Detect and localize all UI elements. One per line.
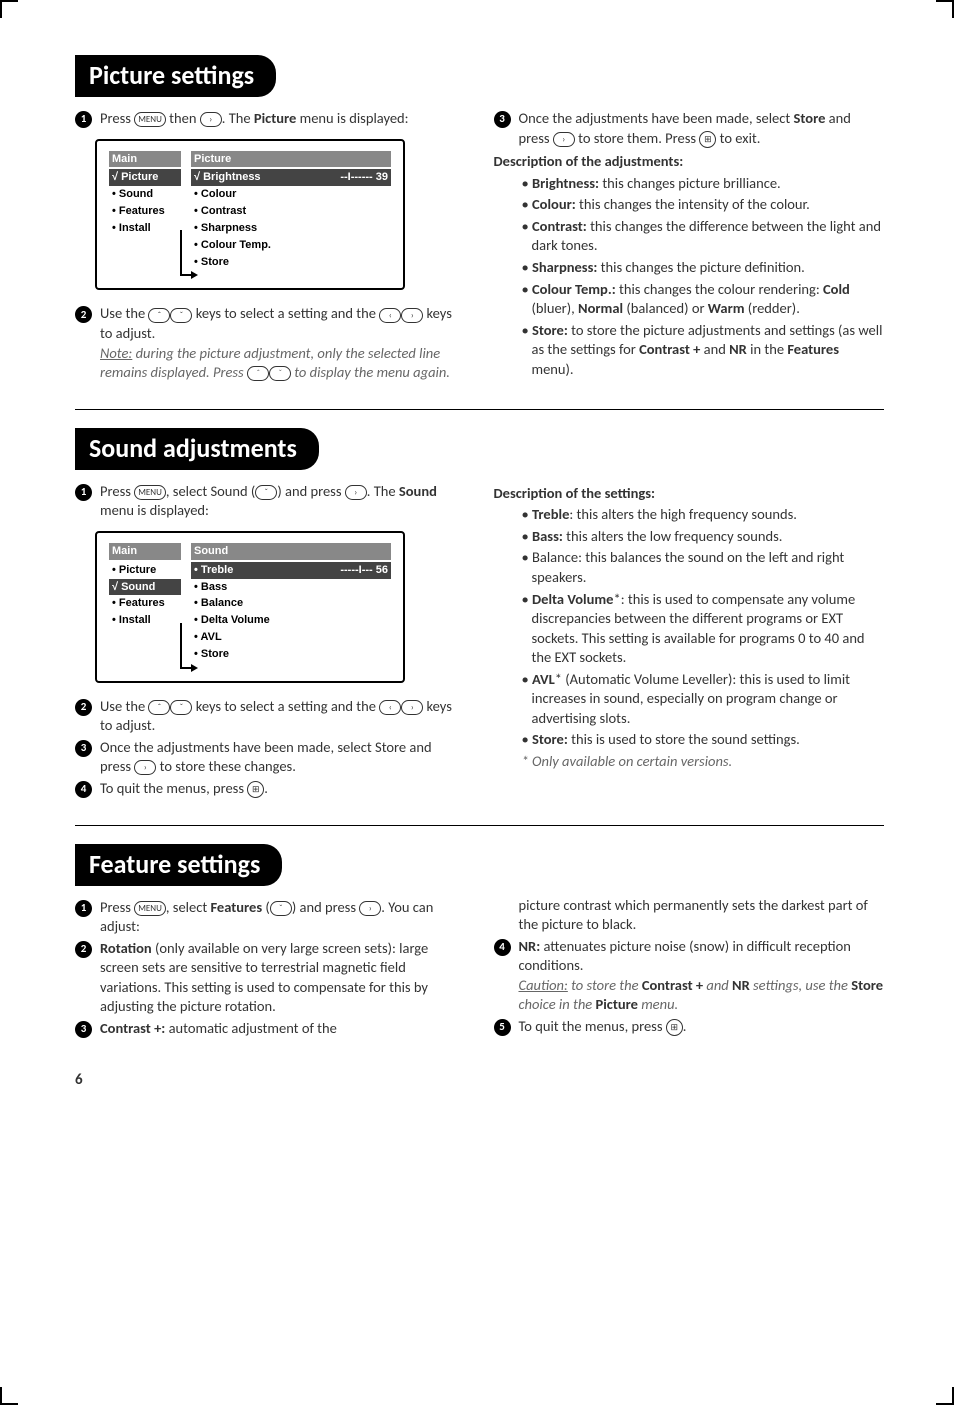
exit-button-icon: ⊞ xyxy=(247,781,264,798)
right-button-icon: › xyxy=(134,760,156,775)
osd-main-item: √ Sound xyxy=(109,579,181,596)
osd-sub-item: √ Brightness--I------ 39 xyxy=(191,169,391,186)
step-3-icon: 3 xyxy=(75,1021,92,1038)
sound-footnote: * Only available on certain versions. xyxy=(522,752,885,772)
osd-sub-item: • Treble-----I--- 56 xyxy=(191,562,391,579)
step-3-icon: 3 xyxy=(75,740,92,757)
picture-step3: Once the adjustments have been made, sel… xyxy=(519,109,885,148)
right-button-icon: › xyxy=(200,112,222,127)
osd-sub-item: • Delta Volume xyxy=(191,612,391,629)
feature-heading: Feature settings xyxy=(75,844,282,886)
picture-desc-list: Brightness: this changes picture brillia… xyxy=(522,174,885,380)
osd-sub-title: Picture xyxy=(191,151,391,168)
right-button-icon: › xyxy=(553,132,575,147)
step-2-icon: 2 xyxy=(75,306,92,323)
sound-step4: To quit the menus, press ⊞. xyxy=(100,779,466,799)
sound-desc-list: Treble: this alters the high frequency s… xyxy=(522,505,885,750)
manual-page: Picture settings 1 Press MENU then ›. Th… xyxy=(0,0,954,1129)
divider xyxy=(75,825,884,826)
osd-sub-item: • Sharpness xyxy=(191,220,391,237)
up-button-icon: ˆ xyxy=(148,308,170,323)
picture-osd: Main √ Picture • Sound • Features • Inst… xyxy=(95,139,405,291)
osd-main-item: √ Picture xyxy=(109,169,181,186)
osd-main-item: • Install xyxy=(109,220,181,237)
left-button-icon: ‹ xyxy=(379,700,401,715)
down-button-icon: ˇ xyxy=(270,901,292,916)
picture-desc-head: Description of the adjustments: xyxy=(494,152,885,172)
osd-main-item: • Sound xyxy=(109,186,181,203)
exit-button-icon: ⊞ xyxy=(666,1019,683,1036)
feature-caution: Caution: to store the Contrast + and NR … xyxy=(519,976,885,1015)
osd-sub-item: • Colour Temp. xyxy=(191,237,391,254)
page-number: 6 xyxy=(75,1071,884,1089)
up-button-icon: ˆ xyxy=(247,366,269,381)
osd-sub-item: • Contrast xyxy=(191,203,391,220)
step-1-icon: 1 xyxy=(75,484,92,501)
down-button-icon: ˇ xyxy=(170,308,192,323)
osd-sub-item: • Store xyxy=(191,254,391,271)
sound-desc-head: Description of the settings: xyxy=(494,484,885,504)
right-button-icon: › xyxy=(401,308,423,323)
step-4-icon: 4 xyxy=(75,781,92,798)
osd-arrow-icon xyxy=(180,623,192,669)
osd-sub-item: • Store xyxy=(191,646,391,663)
osd-sub-item: • Colour xyxy=(191,186,391,203)
right-button-icon: › xyxy=(359,901,381,916)
osd-main-title: Main xyxy=(109,543,181,560)
left-button-icon: ‹ xyxy=(379,308,401,323)
osd-main-item: • Picture xyxy=(109,562,181,579)
osd-sub-item: • AVL xyxy=(191,629,391,646)
down-button-icon: ˇ xyxy=(269,366,291,381)
picture-step1: Press MENU then ›. The Picture menu is d… xyxy=(100,109,466,129)
feature-step4: NR: attenuates picture noise (snow) in d… xyxy=(519,937,885,1015)
osd-sub-item: • Balance xyxy=(191,595,391,612)
osd-main-item: • Features xyxy=(109,595,181,612)
osd-main-title: Main xyxy=(109,151,181,168)
sound-step1: Press MENU, select Sound (ˇ) and press ›… xyxy=(100,482,466,521)
picture-step2: Use the ˆˇ keys to select a setting and … xyxy=(100,304,466,382)
right-button-icon: › xyxy=(401,700,423,715)
down-button-icon: ˇ xyxy=(255,485,277,500)
osd-sub-title: Sound xyxy=(191,543,391,560)
feature-step3: Contrast +: automatic adjustment of the xyxy=(100,1019,466,1039)
menu-button-icon: MENU xyxy=(134,112,166,127)
step-3-icon: 3 xyxy=(494,111,511,128)
sound-heading: Sound adjustments xyxy=(75,428,319,470)
feature-step3-cont: picture contrast which permanently sets … xyxy=(519,896,885,935)
picture-heading: Picture settings xyxy=(75,55,276,97)
menu-button-icon: MENU xyxy=(134,901,166,916)
osd-arrow-icon xyxy=(180,230,192,276)
osd-main-item: • Install xyxy=(109,612,181,629)
feature-step5: To quit the menus, press ⊞. xyxy=(519,1017,885,1037)
exit-button-icon: ⊞ xyxy=(699,131,716,148)
step-4-icon: 4 xyxy=(494,939,511,956)
right-button-icon: › xyxy=(345,485,367,500)
step-1-icon: 1 xyxy=(75,111,92,128)
step-2-icon: 2 xyxy=(75,699,92,716)
step-2-icon: 2 xyxy=(75,941,92,958)
feature-step1: Press MENU, select Features (ˇ) and pres… xyxy=(100,898,466,937)
picture-note: Note: during the picture adjustment, onl… xyxy=(100,344,466,383)
divider xyxy=(75,409,884,410)
feature-step2: Rotation (only available on very large s… xyxy=(100,939,466,1017)
osd-main-item: • Features xyxy=(109,203,181,220)
sound-step2: Use the ˆˇ keys to select a setting and … xyxy=(100,697,466,736)
down-button-icon: ˇ xyxy=(170,700,192,715)
sound-osd: Main • Picture √ Sound • Features • Inst… xyxy=(95,531,405,683)
step-1-icon: 1 xyxy=(75,900,92,917)
up-button-icon: ˆ xyxy=(148,700,170,715)
sound-step3: Once the adjustments have been made, sel… xyxy=(100,738,466,777)
osd-sub-item: • Bass xyxy=(191,579,391,596)
menu-button-icon: MENU xyxy=(134,485,166,500)
step-5-icon: 5 xyxy=(494,1019,511,1036)
